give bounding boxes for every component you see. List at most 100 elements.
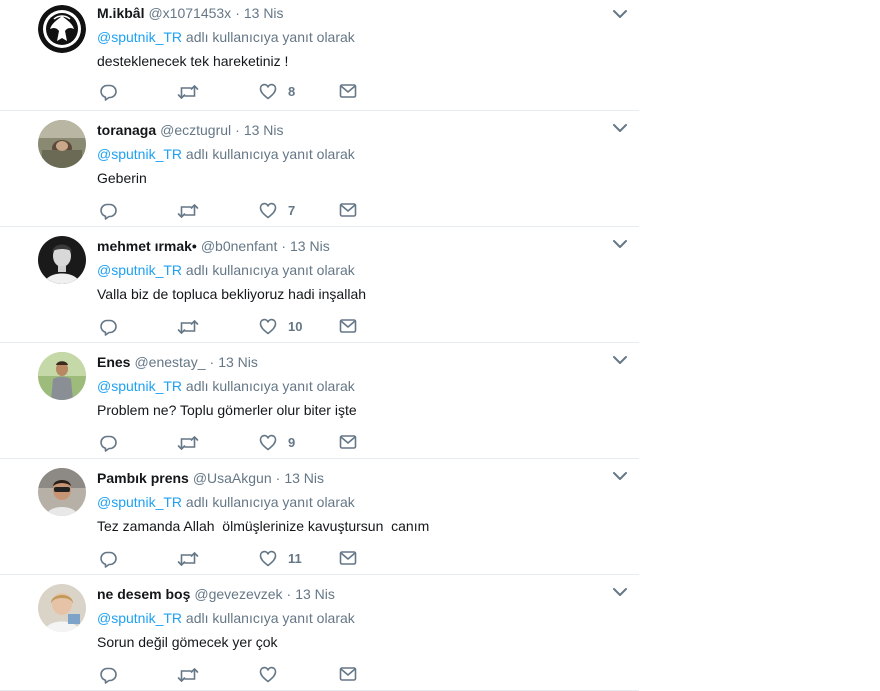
tweet[interactable]: toranaga @ecztugrul · 13 Nis @sputnik_TR ad… xyxy=(0,111,639,227)
chevron-down-icon[interactable] xyxy=(611,237,629,251)
separator-dot: · xyxy=(286,586,292,602)
tweet-timestamp[interactable]: 13 Nis xyxy=(295,586,335,602)
like-button[interactable] xyxy=(259,666,288,683)
direct-message-button[interactable] xyxy=(339,83,357,99)
retweet-button[interactable] xyxy=(177,434,199,452)
user-handle[interactable]: @UsaAkgun xyxy=(193,470,272,486)
tweet-timestamp[interactable]: 13 Nis xyxy=(244,122,284,138)
reply-button[interactable] xyxy=(99,318,118,336)
heart-icon xyxy=(259,550,277,567)
direct-message-button[interactable] xyxy=(339,318,357,334)
reply-icon xyxy=(100,435,117,452)
tweet-timestamp[interactable]: 13 Nis xyxy=(290,238,330,254)
envelope-icon xyxy=(339,435,357,449)
retweet-icon xyxy=(177,668,199,682)
reply-context-label: adlı kullanıcıya yanıt olarak xyxy=(185,378,355,394)
like-button[interactable]: 9 xyxy=(259,434,295,451)
heart-icon xyxy=(259,202,277,219)
user-handle[interactable]: @ecztugrul xyxy=(160,122,231,138)
user-name[interactable]: mehmet ırmak• xyxy=(97,238,197,254)
avatar[interactable] xyxy=(38,468,86,516)
avatar[interactable] xyxy=(38,352,86,400)
user-handle[interactable]: @gevezevzek xyxy=(194,586,282,602)
reply-context-label: adlı kullanıcıya yanıt olarak xyxy=(185,146,355,162)
tweet-text: Geberin xyxy=(97,170,147,186)
tweet-actions: 11 xyxy=(97,550,377,570)
tweet-text: Tez zamanda Allah ölmüşlerinize kavuştur… xyxy=(97,518,430,534)
tweet-text: Sorun değil gömecek yer çok xyxy=(97,634,278,650)
separator-dot: · xyxy=(209,354,215,370)
reply-button[interactable] xyxy=(99,550,118,568)
reply-context-label: adlı kullanıcıya yanıt olarak xyxy=(185,610,355,626)
retweet-icon xyxy=(177,552,199,566)
envelope-icon xyxy=(339,551,357,565)
like-count: 9 xyxy=(288,435,296,450)
user-handle[interactable]: @b0nenfant xyxy=(201,238,278,254)
user-handle[interactable]: @enestay_ xyxy=(134,354,205,370)
reply-button[interactable] xyxy=(99,202,118,220)
mention-link[interactable]: @sputnik_TR xyxy=(97,610,182,626)
user-name[interactable]: Pambık prens xyxy=(97,470,189,486)
retweet-button[interactable] xyxy=(177,83,199,101)
direct-message-button[interactable] xyxy=(339,550,357,566)
direct-message-button[interactable] xyxy=(339,666,357,682)
avatar[interactable] xyxy=(38,584,86,632)
reply-context: @sputnik_TR adlı kullanıcıya yanıt olara… xyxy=(97,146,355,162)
user-name[interactable]: Enes xyxy=(97,354,130,370)
tweet-header: toranaga @ecztugrul · 13 Nis xyxy=(97,122,284,138)
retweet-button[interactable] xyxy=(177,550,199,568)
avatar[interactable] xyxy=(38,120,86,168)
mention-link[interactable]: @sputnik_TR xyxy=(97,146,182,162)
user-name[interactable]: ne desem boş xyxy=(97,586,190,602)
tweet-timestamp[interactable]: 13 Nis xyxy=(284,470,324,486)
chevron-down-icon[interactable] xyxy=(611,121,629,135)
tweet-actions: 8 xyxy=(97,83,377,103)
reply-icon xyxy=(100,319,117,336)
user-handle[interactable]: @x1071453x xyxy=(148,5,231,21)
reply-button[interactable] xyxy=(99,666,118,684)
envelope-icon xyxy=(339,84,357,98)
reply-context: @sputnik_TR adlı kullanıcıya yanıt olara… xyxy=(97,29,355,45)
direct-message-button[interactable] xyxy=(339,434,357,450)
reply-button[interactable] xyxy=(99,434,118,452)
reply-button[interactable] xyxy=(99,83,118,101)
tweet[interactable]: Enes @enestay_ · 13 Nis @sputnik_TR adlı ku… xyxy=(0,343,639,459)
mention-link[interactable]: @sputnik_TR xyxy=(97,262,182,278)
retweet-button[interactable] xyxy=(177,202,199,220)
avatar[interactable] xyxy=(38,5,86,53)
tweet-timestamp[interactable]: 13 Nis xyxy=(218,354,258,370)
like-button[interactable]: 10 xyxy=(259,318,302,335)
chevron-down-icon[interactable] xyxy=(611,585,629,599)
tweet[interactable]: ne desem boş @gevezevzek · 13 Nis @sputnik_… xyxy=(0,575,639,691)
like-button[interactable]: 11 xyxy=(259,550,302,567)
retweet-button[interactable] xyxy=(177,318,199,336)
tweet[interactable]: mehmet ırmak• @b0nenfant · 13 Nis @sputnik_… xyxy=(0,227,639,343)
reply-context: @sputnik_TR adlı kullanıcıya yanıt olara… xyxy=(97,262,355,278)
tweet-timestamp[interactable]: 13 Nis xyxy=(244,5,284,21)
direct-message-button[interactable] xyxy=(339,202,357,218)
retweet-icon xyxy=(177,85,199,99)
user-name[interactable]: toranaga xyxy=(97,122,156,138)
mention-link[interactable]: @sputnik_TR xyxy=(97,378,182,394)
chevron-down-icon[interactable] xyxy=(611,469,629,483)
tweet-actions: 10 xyxy=(97,318,377,338)
avatar[interactable] xyxy=(38,236,86,284)
chevron-down-icon[interactable] xyxy=(611,353,629,367)
like-button[interactable]: 7 xyxy=(259,202,295,219)
tweet-header: mehmet ırmak• @b0nenfant · 13 Nis xyxy=(97,238,330,254)
mention-link[interactable]: @sputnik_TR xyxy=(97,494,182,510)
reply-icon xyxy=(100,667,117,684)
tweet-actions: 7 xyxy=(97,202,377,222)
user-name[interactable]: M.ikbâl xyxy=(97,5,144,21)
like-button[interactable]: 8 xyxy=(259,83,295,100)
tweet-text: desteklenecek tek hareketiniz ! xyxy=(97,53,289,69)
retweet-button[interactable] xyxy=(177,666,199,684)
tweet[interactable]: Pambık prens @UsaAkgun · 13 Nis @sputnik_TR… xyxy=(0,459,639,575)
tweet-text: Valla biz de topluca bekliyoruz hadi inş… xyxy=(97,286,367,302)
tweet[interactable]: M.ikbâl @x1071453x · 13 Nis @sputnik_TR adl… xyxy=(0,0,639,111)
reply-context-label: adlı kullanıcıya yanıt olarak xyxy=(185,29,355,45)
like-count: 7 xyxy=(288,203,296,218)
mention-link[interactable]: @sputnik_TR xyxy=(97,29,182,45)
like-count: 11 xyxy=(288,551,302,566)
chevron-down-icon[interactable] xyxy=(611,7,629,21)
